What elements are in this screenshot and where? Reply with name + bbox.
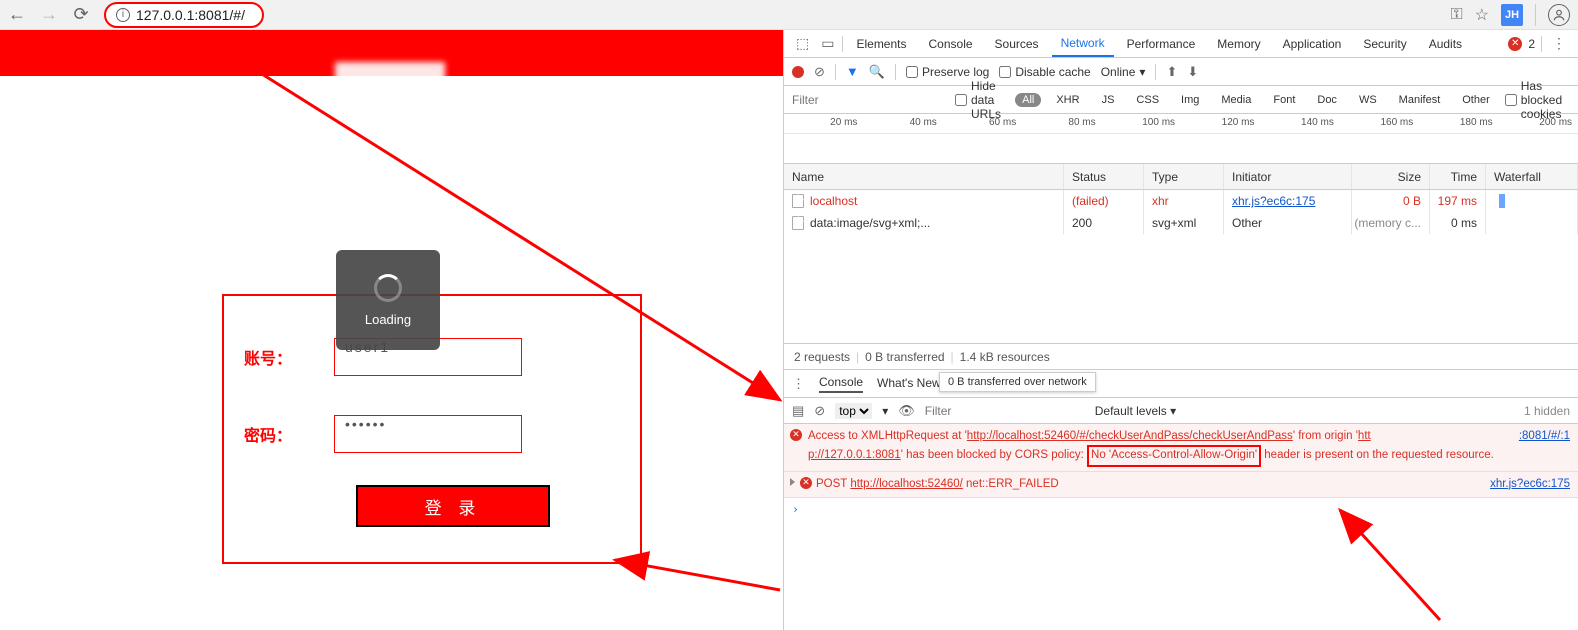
import-icon[interactable]: ⬆ xyxy=(1166,64,1177,80)
url-text: 127.0.0.1:8081/#/ xyxy=(136,7,245,23)
separator xyxy=(1535,4,1536,26)
throttling-select[interactable]: Online ▾ xyxy=(1101,65,1146,79)
console-toolbar: ▤ ⊘ top ▾ 👁 Default levels ▾ 1 hidden xyxy=(784,398,1578,424)
reload-button[interactable]: ⟳ xyxy=(72,6,90,24)
network-toolbar: ⊘ ▼ 🔍 Preserve log Disable cache Online … xyxy=(784,58,1578,86)
drawer-tab-whatsnew[interactable]: What's New xyxy=(877,376,941,392)
clear-console-icon[interactable]: ⊘ xyxy=(814,403,825,419)
console-filter-input[interactable] xyxy=(925,404,1085,418)
forward-button[interactable]: → xyxy=(40,6,58,24)
drawer-tab-console[interactable]: Console xyxy=(819,375,863,393)
settings-icon[interactable]: ⋮ xyxy=(1548,35,1570,52)
search-icon[interactable]: 🔍 xyxy=(869,64,885,80)
tab-sources[interactable]: Sources xyxy=(986,30,1048,57)
console-error-row[interactable]: ✕ :8081/#/:1 Access to XMLHttpRequest at… xyxy=(784,424,1578,472)
initiator-link[interactable]: xhr.js?ec6c:175 xyxy=(1232,194,1315,208)
context-select[interactable]: top xyxy=(835,403,872,419)
filter-type-all[interactable]: All xyxy=(1015,93,1041,107)
inspect-icon[interactable]: ⬚ xyxy=(792,35,813,52)
drawer-tabs: ⋮ Console What's New 0 B transferred ove… xyxy=(784,370,1578,398)
tooltip: 0 B transferred over network xyxy=(939,372,1096,392)
filter-type-ws[interactable]: WS xyxy=(1352,93,1384,107)
password-label: 密码： xyxy=(244,422,304,446)
page-content: 账号： user1 密码： •••••• 登 录 Loading xyxy=(0,30,783,630)
tab-memory[interactable]: Memory xyxy=(1208,30,1269,57)
tab-security[interactable]: Security xyxy=(1354,30,1415,57)
network-table: Name Status Type Initiator Size Time Wat… xyxy=(784,164,1578,234)
clear-icon[interactable]: ⊘ xyxy=(814,64,825,80)
filter-type-xhr[interactable]: XHR xyxy=(1049,93,1086,107)
key-icon[interactable]: ⚿ xyxy=(1450,6,1462,24)
preserve-log-checkbox[interactable]: Preserve log xyxy=(906,65,989,79)
loading-text: Loading xyxy=(365,312,411,327)
chevron-down-icon: ▾ xyxy=(882,404,888,418)
network-table-blank xyxy=(784,234,1578,344)
tab-application[interactable]: Application xyxy=(1274,30,1351,57)
network-summary: 2 requests| 0 B transferred| 1.4 kB reso… xyxy=(784,344,1578,370)
log-levels-select[interactable]: Default levels ▾ xyxy=(1095,404,1176,418)
password-input[interactable]: •••••• xyxy=(334,415,522,453)
spinner-icon xyxy=(374,274,402,302)
expand-caret-icon[interactable] xyxy=(790,478,795,486)
drawer-menu-icon[interactable]: ⋮ xyxy=(792,376,805,392)
source-link[interactable]: xhr.js?ec6c:175 xyxy=(1490,476,1570,493)
browser-toolbar: ← → ⟳ i 127.0.0.1:8081/#/ ⚿ ☆ JH xyxy=(0,0,1578,30)
address-bar[interactable]: i 127.0.0.1:8081/#/ xyxy=(104,2,264,28)
cors-highlight: No 'Access-Control-Allow-Origin' xyxy=(1087,445,1261,466)
table-header: Name Status Type Initiator Size Time Wat… xyxy=(784,164,1578,190)
source-link[interactable]: :8081/#/:1 xyxy=(1519,428,1570,445)
timeline-overview[interactable]: 20 ms 40 ms 60 ms 80 ms 100 ms 120 ms 14… xyxy=(784,114,1578,164)
hidden-count: 1 hidden xyxy=(1524,404,1570,418)
error-icon: ✕ xyxy=(790,429,802,441)
console-error-row[interactable]: ✕ xhr.js?ec6c:175 POST http://localhost:… xyxy=(784,472,1578,498)
console-prompt[interactable]: › xyxy=(784,498,1578,520)
tab-audits[interactable]: Audits xyxy=(1420,30,1471,57)
table-row[interactable]: localhost (failed) xhr xhr.js?ec6c:175 0… xyxy=(784,190,1578,212)
loading-overlay: Loading xyxy=(336,250,440,350)
tab-performance[interactable]: Performance xyxy=(1118,30,1205,57)
blurred-logo xyxy=(335,62,445,90)
error-icon: ✕ xyxy=(800,477,812,489)
file-icon xyxy=(792,216,804,230)
export-icon[interactable]: ⬇ xyxy=(1187,64,1198,80)
sidebar-toggle-icon[interactable]: ▤ xyxy=(792,403,804,419)
filter-input[interactable] xyxy=(792,93,947,107)
filter-type-img[interactable]: Img xyxy=(1174,93,1206,107)
tab-console[interactable]: Console xyxy=(920,30,982,57)
filter-type-media[interactable]: Media xyxy=(1214,93,1258,107)
console-messages: ✕ :8081/#/:1 Access to XMLHttpRequest at… xyxy=(784,424,1578,520)
tab-network[interactable]: Network xyxy=(1052,30,1114,57)
login-button[interactable]: 登 录 xyxy=(356,485,550,527)
profile-icon[interactable] xyxy=(1548,4,1570,26)
account-label: 账号： xyxy=(244,345,304,369)
back-button[interactable]: ← xyxy=(8,6,26,24)
extension-badge[interactable]: JH xyxy=(1501,4,1523,26)
site-info-icon[interactable]: i xyxy=(116,8,130,22)
filter-type-font[interactable]: Font xyxy=(1266,93,1302,107)
record-button[interactable] xyxy=(792,66,804,78)
error-count-badge[interactable]: ✕ xyxy=(1508,37,1522,51)
disable-cache-checkbox[interactable]: Disable cache xyxy=(999,65,1090,79)
bookmark-star-icon[interactable]: ☆ xyxy=(1475,5,1489,25)
error-count: 2 xyxy=(1528,37,1535,51)
live-expression-icon[interactable]: 👁 xyxy=(898,403,915,419)
filter-type-doc[interactable]: Doc xyxy=(1310,93,1344,107)
devtools-panel: ⬚ ▭ Elements Console Sources Network Per… xyxy=(783,30,1578,630)
device-toggle-icon[interactable]: ▭ xyxy=(817,35,838,52)
filter-type-js[interactable]: JS xyxy=(1095,93,1122,107)
network-filter-bar: Hide data URLs All XHR JS CSS Img Media … xyxy=(784,86,1578,114)
filter-type-css[interactable]: CSS xyxy=(1129,93,1166,107)
filter-type-manifest[interactable]: Manifest xyxy=(1392,93,1448,107)
waterfall-bar xyxy=(1499,194,1505,208)
chevron-down-icon: ▾ xyxy=(1139,65,1145,79)
tab-elements[interactable]: Elements xyxy=(847,30,915,57)
filter-toggle-icon[interactable]: ▼ xyxy=(846,64,859,79)
table-row[interactable]: data:image/svg+xml;... 200 svg+xml Other… xyxy=(784,212,1578,234)
devtools-tab-bar: ⬚ ▭ Elements Console Sources Network Per… xyxy=(784,30,1578,58)
file-icon xyxy=(792,194,804,208)
filter-type-other[interactable]: Other xyxy=(1455,93,1497,107)
